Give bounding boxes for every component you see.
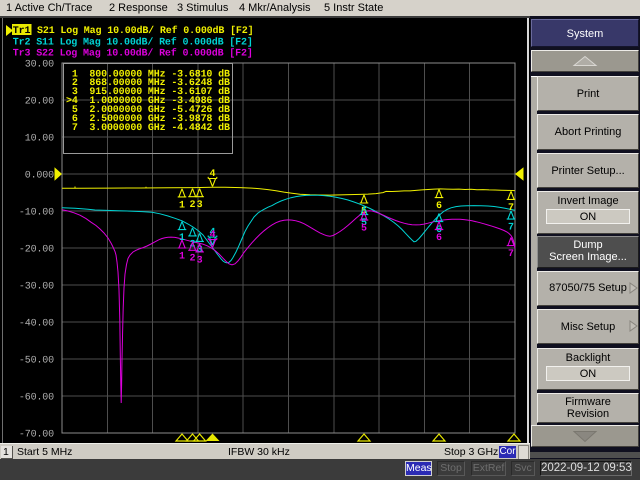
svg-text:S21 Log Mag 10.00dB/ Ref 0.000: S21 Log Mag 10.00dB/ Ref 0.000dB [F2] <box>37 25 254 37</box>
svg-text:30.00: 30.00 <box>25 60 54 71</box>
svg-text:4: 4 <box>209 169 215 180</box>
svg-text:2: 2 <box>189 254 195 265</box>
svg-text:1: 1 <box>179 233 185 244</box>
svg-text:2: 2 <box>189 200 195 211</box>
svg-text:7 3.0000000 GHz -4.4842 dB: 7 3.0000000 GHz -4.4842 dB <box>66 122 230 134</box>
svg-text:-20.00: -20.00 <box>19 245 54 256</box>
svg-text:-70.00: -70.00 <box>19 430 54 441</box>
svg-text:20.00: 20.00 <box>25 97 54 108</box>
svg-text:-30.00: -30.00 <box>19 282 54 293</box>
svg-text:-60.00: -60.00 <box>19 393 54 404</box>
svg-text:1: 1 <box>179 251 185 262</box>
svg-text:5: 5 <box>361 224 367 235</box>
svg-text:7: 7 <box>508 249 514 260</box>
svg-text:6: 6 <box>436 201 442 212</box>
svg-text:7: 7 <box>508 223 514 234</box>
svg-text:-40.00: -40.00 <box>19 319 54 330</box>
svg-text:1: 1 <box>179 200 185 211</box>
svg-text:-50.00: -50.00 <box>19 356 54 367</box>
svg-text:Tr2 S11 Log Mag 10.00dB/ Ref 0: Tr2 S11 Log Mag 10.00dB/ Ref 0.000dB [F2… <box>13 36 253 48</box>
svg-text:3: 3 <box>197 255 203 266</box>
svg-text:10.00: 10.00 <box>25 134 54 145</box>
svg-text:Tr1: Tr1 <box>13 26 31 37</box>
svg-text:4: 4 <box>209 230 215 241</box>
svg-text:3: 3 <box>197 200 203 211</box>
svg-text:0.000: 0.000 <box>25 171 54 182</box>
svg-text:-10.00: -10.00 <box>19 208 54 219</box>
svg-text:6: 6 <box>436 233 442 244</box>
svg-text:Tr3 S22 Log Mag 10.00dB/ Ref 0: Tr3 S22 Log Mag 10.00dB/ Ref 0.000dB [F2… <box>13 48 253 60</box>
